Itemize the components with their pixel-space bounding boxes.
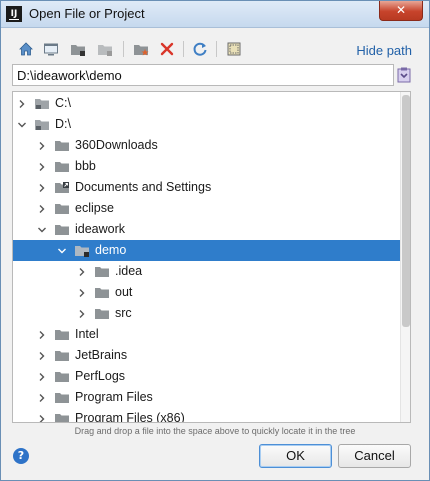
folder-icon xyxy=(54,139,70,152)
folder-icon xyxy=(94,286,110,299)
tree-row[interactable]: .idea xyxy=(13,261,401,282)
tree-row[interactable]: eclipse xyxy=(13,198,401,219)
new-folder-icon[interactable] xyxy=(133,41,149,57)
drag-drop-hint: Drag and drop a file into the space abov… xyxy=(74,426,356,436)
tree-row[interactable]: Intel xyxy=(13,324,401,345)
tree-row-label: src xyxy=(115,306,132,320)
home-icon[interactable] xyxy=(18,41,34,57)
chevron-down-icon[interactable] xyxy=(37,224,47,234)
folder-icon xyxy=(94,265,110,278)
refresh-icon[interactable] xyxy=(192,41,208,57)
delete-icon[interactable] xyxy=(159,41,175,57)
tree-row[interactable]: src xyxy=(13,303,401,324)
project-folder-icon xyxy=(74,244,90,257)
folder-icon xyxy=(54,160,70,173)
tree-row-label: Program Files (x86) xyxy=(75,411,185,423)
path-input[interactable]: D:\ideawork\demo xyxy=(12,64,394,86)
help-button[interactable]: ? xyxy=(13,448,29,464)
folder-icon xyxy=(54,349,70,362)
chevron-right-icon[interactable] xyxy=(77,308,87,318)
tree-row-label: demo xyxy=(95,243,127,257)
tree-row[interactable]: demo xyxy=(13,240,401,261)
tree-row[interactable]: PerfLogs xyxy=(13,366,401,387)
chevron-right-icon[interactable] xyxy=(37,329,47,339)
chevron-down-icon[interactable] xyxy=(17,119,27,129)
tree-row-label: ideawork xyxy=(75,222,126,236)
chevron-right-icon[interactable] xyxy=(37,413,47,422)
close-button[interactable]: ✕ xyxy=(379,1,423,21)
tree-row[interactable]: D:\ xyxy=(13,114,401,135)
tree-row-label: .idea xyxy=(115,264,143,278)
module-folder-icon[interactable] xyxy=(97,41,113,57)
ok-button[interactable]: OK xyxy=(259,444,332,468)
shortcut-folder-icon xyxy=(54,181,70,194)
tree-row[interactable]: Program Files xyxy=(13,387,401,408)
toolbar-separator xyxy=(183,41,184,57)
tree-row[interactable]: 360Downloads xyxy=(13,135,401,156)
project-folder-icon[interactable] xyxy=(70,41,86,57)
chevron-right-icon[interactable] xyxy=(37,140,47,150)
folder-icon xyxy=(54,223,70,236)
tree-row-label: eclipse xyxy=(75,201,114,215)
folder-icon xyxy=(94,307,110,320)
toolbar: Hide path xyxy=(2,35,428,63)
tree-scrollbar[interactable] xyxy=(400,92,410,422)
history-dropdown-icon[interactable] xyxy=(397,67,411,83)
show-hidden-icon[interactable] xyxy=(226,41,242,57)
chevron-right-icon[interactable] xyxy=(37,203,47,213)
folder-icon xyxy=(54,328,70,341)
folder-icon xyxy=(54,370,70,383)
chevron-right-icon[interactable] xyxy=(37,392,47,402)
chevron-right-icon[interactable] xyxy=(77,266,87,276)
tree-row-label: Documents and Settings xyxy=(75,180,212,194)
folder-icon xyxy=(54,202,70,215)
tree-row-label: C:\ xyxy=(55,96,71,110)
chevron-right-icon[interactable] xyxy=(37,350,47,360)
chevron-right-icon[interactable] xyxy=(37,182,47,192)
tree-row[interactable]: Documents and Settings xyxy=(13,177,401,198)
tree-row-label: D:\ xyxy=(55,117,71,131)
folder-icon xyxy=(54,412,70,422)
tree-row-label: bbb xyxy=(75,159,96,173)
open-file-dialog: IJ Open File or Project ✕ Hide path D:\i… xyxy=(0,0,430,481)
folder-icon xyxy=(54,391,70,404)
chevron-right-icon[interactable] xyxy=(37,371,47,381)
toolbar-separator xyxy=(123,41,124,57)
tree-row[interactable]: Program Files (x86) xyxy=(13,408,401,423)
chevron-right-icon[interactable] xyxy=(77,287,87,297)
chevron-down-icon[interactable] xyxy=(57,245,67,255)
toolbar-separator xyxy=(216,41,217,57)
scrollbar-thumb[interactable] xyxy=(402,95,410,327)
tree-row-label: out xyxy=(115,285,133,299)
cancel-button[interactable]: Cancel xyxy=(338,444,411,468)
tree-row[interactable]: bbb xyxy=(13,156,401,177)
tree-row-label: 360Downloads xyxy=(75,138,158,152)
tree-row-label: Intel xyxy=(75,327,99,341)
tree-row[interactable]: JetBrains xyxy=(13,345,401,366)
tree-row[interactable]: out xyxy=(13,282,401,303)
title-bar[interactable]: IJ Open File or Project ✕ xyxy=(1,1,429,28)
file-tree[interactable]: C:\ D:\ 360Downloads bbb Documents and Setti… xyxy=(12,91,411,423)
chevron-right-icon[interactable] xyxy=(17,98,27,108)
tree-row[interactable]: C:\ xyxy=(13,93,401,114)
tree-row-label: Program Files xyxy=(75,390,153,404)
tree-row-label: PerfLogs xyxy=(75,369,126,383)
tree-row-label: JetBrains xyxy=(75,348,128,362)
chevron-right-icon[interactable] xyxy=(37,161,47,171)
intellij-app-icon: IJ xyxy=(6,6,22,22)
hide-path-link[interactable]: Hide path xyxy=(356,43,412,58)
drive-icon xyxy=(34,97,50,110)
tree-row[interactable]: ideawork xyxy=(13,219,401,240)
desktop-icon[interactable] xyxy=(43,41,59,57)
window-title: Open File or Project xyxy=(29,6,145,21)
drive-icon xyxy=(34,118,50,131)
